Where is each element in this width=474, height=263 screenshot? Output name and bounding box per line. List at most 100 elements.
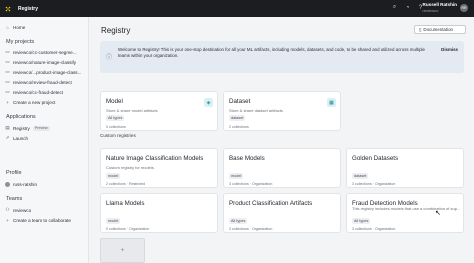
user-team: reviewco [422, 8, 439, 13]
dismiss-button[interactable]: Dismiss [441, 47, 458, 52]
registry-card[interactable]: Fraud Detection Models This registry inc… [346, 193, 464, 233]
page-title: Registry [101, 26, 131, 35]
sidebar-item-label: reviewco/nature-image-classify [13, 59, 77, 65]
documentation-button[interactable]: ▯ Documentation [414, 25, 466, 34]
search-icon[interactable]: ⌕ [391, 4, 398, 11]
card-type-tag: All types [352, 218, 371, 224]
sidebar-item-label: reviewco/cc-fraud-detect [13, 89, 64, 95]
profile-heading: Profile [6, 170, 22, 176]
card-type-tag: model [106, 218, 121, 224]
registry-card-model[interactable]: Model Store & share model artifacts All … [100, 91, 218, 131]
project-icon: ▭ [5, 59, 10, 64]
card-description: Custom registry for models. [106, 165, 155, 170]
app-logo-icon[interactable] [5, 6, 11, 12]
registry-card[interactable]: Product Classification Artifacts All typ… [223, 193, 341, 233]
registry-card[interactable]: Llama Models model 0 collections · Organ… [100, 193, 218, 233]
card-description: This registry includes models that use a… [352, 206, 461, 211]
plus-icon: + [6, 99, 9, 105]
notifications-icon[interactable]: ◔ [404, 4, 411, 11]
applications-heading: Applications [6, 114, 36, 120]
card-title: Nature Image Classification Models [106, 155, 204, 162]
sidebar-item-label: Home [13, 24, 26, 30]
registry-card[interactable]: Golden Datasets dataset 3 collections · … [346, 148, 464, 188]
card-meta: 3 collections · Organization [229, 182, 273, 186]
app-title: Registry [18, 5, 39, 12]
card-title: Model [106, 98, 123, 105]
card-type-tag: model [106, 173, 121, 179]
custom-registries-heading: Custom registries [100, 133, 136, 138]
model-icon: ◈ [204, 98, 213, 107]
sidebar: ⌂ Home My projects ▭ reviewco/cc-custome… [0, 17, 89, 263]
mouse-cursor-icon: ↖ [435, 210, 441, 217]
sidebar-item-launch[interactable]: ➚ Launch [5, 134, 28, 142]
card-type-tag: dataset [352, 173, 369, 179]
registry-card-dataset[interactable]: Dataset Store & share dataset artifacts … [223, 91, 341, 131]
card-meta: 3 collections · Organization [229, 227, 273, 231]
sidebar-item-label: Launch [13, 135, 29, 141]
teams-heading: Teams [6, 196, 23, 202]
avatar [5, 181, 10, 187]
plus-icon: + [120, 247, 125, 254]
sidebar-item-label: Registry [13, 125, 30, 131]
welcome-banner: ⓘ Welcome to Registry! This is your one-… [100, 41, 464, 73]
avatar[interactable]: RR [460, 4, 468, 12]
card-meta: 3 collections · Organization [352, 182, 396, 186]
dataset-icon: ▦ [327, 98, 336, 107]
sidebar-item-team[interactable]: ⚇ reviewco [5, 206, 31, 214]
banner-text: Welcome to Registry! This is your one-st… [118, 47, 425, 58]
sidebar-item-label: Create a team to collaborate [13, 217, 71, 223]
sidebar-item-home[interactable]: ⌂ Home [5, 23, 25, 31]
card-meta: 2 collections · Restricted [106, 182, 146, 186]
user-menu[interactable]: Russell Ratshin reviewco RR [423, 2, 468, 14]
project-icon: ▭ [5, 89, 10, 94]
card-title: Product Classification Artifacts [229, 200, 313, 207]
sidebar-item-project[interactable]: ▭ reviewco/nature-image-classify [5, 58, 76, 66]
card-title: Dataset [229, 98, 251, 105]
sidebar-item-project[interactable]: ▭ reviewco/cc-fraud-detect [5, 88, 63, 96]
card-description: Store & share dataset artifacts [229, 108, 283, 113]
registry-card[interactable]: Nature Image Classification Models Custo… [100, 148, 218, 188]
sidebar-item-project[interactable]: ▭ reviewco/...product-image-class... [5, 68, 81, 76]
project-icon: ▭ [5, 49, 10, 54]
sidebar-item-label: reviewco [13, 207, 32, 213]
project-icon: ▭ [5, 69, 10, 74]
sidebar-item-create-project[interactable]: + Create a new project [5, 98, 55, 106]
card-meta: 0 collections · Organization [106, 227, 150, 231]
sidebar-item-registry[interactable]: ▤ Registry Preview [5, 124, 50, 132]
sidebar-item-profile[interactable]: russ-ratshin [5, 180, 37, 188]
card-title: Base Models [229, 155, 265, 162]
sidebar-item-label: reviewco/...product-image-class... [13, 69, 82, 75]
top-bar: Registry ⌕ ◔ ? Russell Ratshin reviewco … [0, 0, 474, 17]
registry-icon: ▤ [5, 125, 10, 130]
card-type-tag: All types [106, 115, 125, 121]
project-icon: ▭ [5, 79, 10, 84]
documentation-label: Documentation [423, 27, 453, 32]
book-icon: ▯ [419, 26, 422, 32]
home-icon: ⌂ [6, 24, 9, 30]
card-description: Store & share model artifacts [106, 108, 158, 113]
sidebar-item-label: reviewco/cc-customer-segme... [13, 49, 77, 55]
team-icon: ⚇ [5, 207, 10, 212]
sidebar-item-label: reviewco/review-fraud-detect [13, 79, 72, 85]
sidebar-item-label: Create a new project [13, 99, 56, 105]
sidebar-item-create-team[interactable]: + Create a team to collaborate [5, 216, 71, 224]
card-type-tag: dataset [229, 115, 246, 121]
card-type-tag: model [229, 173, 244, 179]
plus-icon: + [6, 217, 9, 223]
sidebar-item-label: russ-ratshin [13, 181, 37, 187]
sidebar-item-project[interactable]: ▭ reviewco/review-fraud-detect [5, 78, 72, 86]
add-registry-button[interactable]: + [100, 238, 145, 263]
card-meta: 3 collections · Organization [352, 227, 396, 231]
preview-badge: Preview [32, 125, 50, 131]
main-content: Registry ▯ Documentation ⓘ Welcome to Re… [90, 17, 474, 263]
registry-card[interactable]: Base Models model 3 collections · Organi… [223, 148, 341, 188]
card-meta: 0 collections [106, 125, 126, 129]
card-type-tag: All types [229, 218, 248, 224]
sidebar-item-project[interactable]: ▭ reviewco/cc-customer-segme... [5, 48, 77, 56]
info-icon: ⓘ [106, 55, 113, 61]
card-meta: 2 collections [229, 125, 249, 129]
card-title: Llama Models [106, 200, 145, 207]
launch-icon: ➚ [5, 135, 10, 140]
card-title: Golden Datasets [352, 155, 399, 162]
my-projects-heading: My projects [6, 39, 35, 45]
